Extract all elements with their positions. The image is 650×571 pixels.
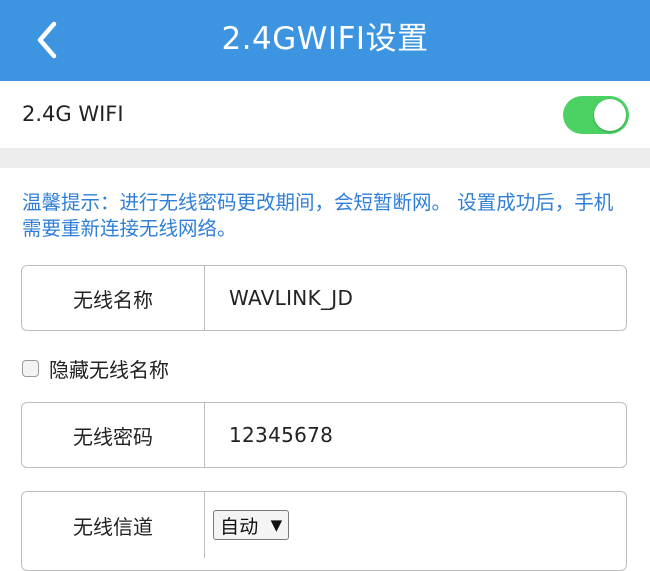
wifi-toggle-row: 2.4G WIFI (0, 81, 650, 148)
password-field: 无线密码 12345678 (21, 402, 627, 468)
header-bar: 2.4GWIFI设置 (0, 0, 650, 81)
wifi-toggle-switch[interactable] (563, 96, 629, 134)
wifi-toggle-label: 2.4G WIFI (22, 102, 124, 126)
section-divider (0, 148, 650, 168)
channel-value-area: 自动 ▼ (213, 492, 616, 558)
ssid-input[interactable]: WAVLINK_JD (229, 266, 616, 330)
ssid-field: 无线名称 WAVLINK_JD (21, 265, 627, 331)
dropdown-arrow-icon: ▼ (270, 516, 283, 534)
warm-tip-text: 温馨提示：进行无线密码更改期间，会短暂断网。 设置成功后，手机需要重新连接无线网… (22, 191, 614, 240)
ssid-label: 无线名称 (22, 266, 205, 330)
channel-field: 无线信道 自动 ▼ (21, 491, 627, 571)
channel-selected-value: 自动 (220, 515, 259, 538)
password-label: 无线密码 (22, 403, 205, 467)
hide-ssid-label: 隐藏无线名称 (49, 357, 169, 382)
hide-ssid-checkbox[interactable] (22, 359, 39, 377)
channel-label: 无线信道 (22, 492, 205, 558)
password-input[interactable]: 12345678 (229, 403, 616, 467)
channel-select[interactable]: 自动 ▼ (213, 510, 290, 540)
hide-ssid-option[interactable]: 隐藏无线名称 (22, 354, 169, 382)
page-title: 2.4GWIFI设置 (221, 21, 429, 57)
toggle-knob (594, 99, 626, 131)
